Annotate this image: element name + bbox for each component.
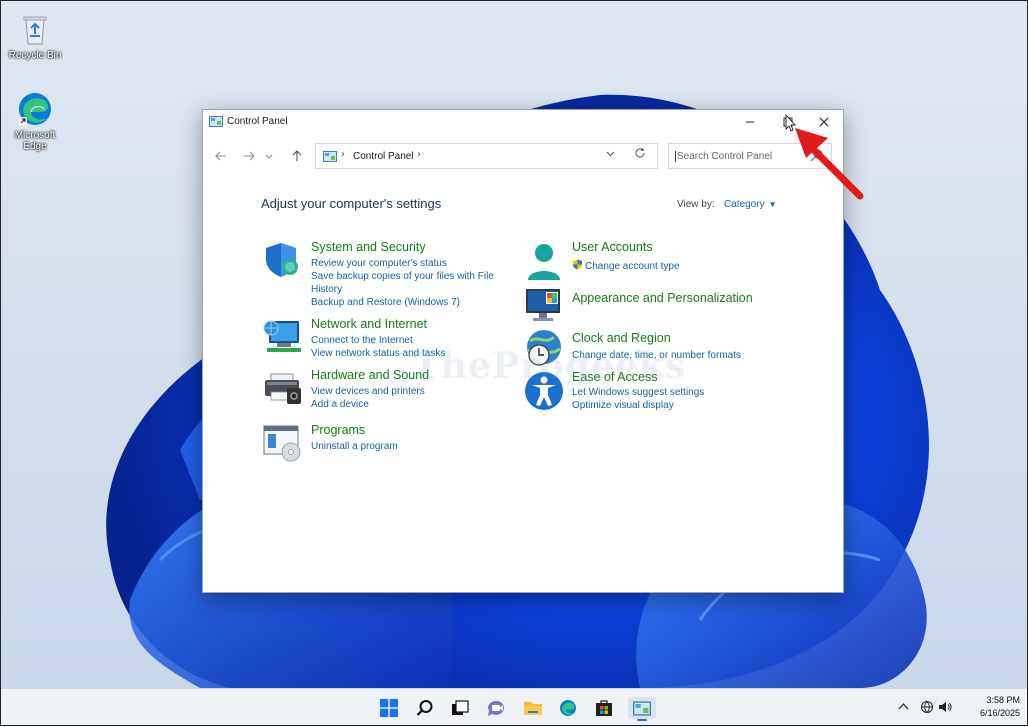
programs-icon[interactable] [263, 423, 303, 463]
printer-icon[interactable] [263, 368, 303, 408]
store-button[interactable] [592, 697, 616, 719]
teams-chat-button[interactable] [484, 697, 508, 719]
clock-time: 3:58 PM [986, 695, 1020, 705]
taskbar: 3:58 PM 6/16/2025 [0, 688, 1028, 727]
view-by-label: View by: [677, 199, 715, 210]
link-uninstall-program[interactable]: Uninstall a program [311, 440, 511, 453]
link-backup-restore[interactable]: Backup and Restore (Windows 7) [311, 296, 511, 309]
edge-icon [560, 700, 576, 716]
breadcrumb-control-panel[interactable]: Control Panel [353, 151, 414, 162]
file-explorer-button[interactable] [521, 697, 545, 719]
control-panel-taskbar-button[interactable] [628, 697, 656, 721]
uac-shield-icon [573, 259, 582, 270]
forward-button[interactable] [239, 146, 259, 166]
chevron-down-icon [606, 151, 615, 157]
active-indicator [637, 719, 647, 721]
refresh-button[interactable] [634, 147, 646, 163]
recent-locations-button[interactable] [263, 146, 275, 166]
address-bar[interactable]: › Control Panel › [315, 143, 658, 169]
category-title[interactable]: Clock and Region [572, 331, 671, 345]
window-title: Control Panel [227, 116, 288, 127]
close-button[interactable] [806, 110, 842, 134]
edge-icon [19, 93, 51, 125]
show-hidden-icons-button[interactable] [898, 699, 909, 713]
clock-date: 6/16/2025 [979, 708, 1020, 718]
link-windows-suggest[interactable]: Let Windows suggest settings [572, 386, 772, 399]
up-button[interactable] [287, 146, 307, 166]
minimize-button[interactable] [732, 110, 768, 134]
link-optimize-display[interactable]: Optimize visual display [572, 399, 772, 412]
navigation-bar: › Control Panel › Search Control Panel [203, 142, 843, 170]
link-text[interactable]: Change account type [585, 261, 680, 272]
chevron-down-icon [265, 154, 273, 159]
category-title[interactable]: System and Security [311, 240, 426, 254]
shield-icon[interactable] [263, 240, 303, 280]
caret-down-icon: ▼ [768, 200, 777, 209]
minimize-icon [746, 121, 754, 123]
control-panel-icon [209, 116, 223, 127]
refresh-icon [635, 147, 645, 158]
category-title[interactable]: Hardware and Sound [311, 368, 429, 382]
category-title[interactable]: Network and Internet [311, 317, 427, 331]
link-change-account-type[interactable]: Change account type [572, 259, 772, 273]
back-button[interactable] [211, 146, 231, 166]
title-bar[interactable]: Control Panel [203, 110, 843, 134]
network-icon[interactable] [263, 317, 303, 357]
desktop-icon-label: Recycle Bin [8, 50, 62, 61]
chevron-up-icon [898, 703, 909, 710]
taskbar-search-button[interactable] [413, 697, 437, 719]
address-dropdown-button[interactable] [606, 149, 615, 161]
breadcrumb-separator[interactable]: › [417, 149, 421, 160]
search-icon [416, 700, 433, 716]
link-file-history[interactable]: Save backup copies of your files with Fi… [311, 270, 496, 296]
page-heading: Adjust your computer's settings [261, 196, 442, 211]
search-box[interactable]: Search Control Panel [668, 143, 832, 169]
system-clock[interactable]: 3:58 PM 6/16/2025 [958, 694, 1020, 720]
desktop-icon-label: Microsoft Edge [14, 130, 56, 152]
search-icon [810, 149, 823, 162]
desktop-icon-recycle-bin[interactable]: Recycle Bin [5, 11, 65, 61]
folder-icon [524, 702, 542, 715]
chat-icon [487, 700, 504, 716]
start-button[interactable] [377, 697, 401, 719]
arrow-right-icon [244, 151, 255, 161]
category-title[interactable]: Programs [311, 423, 365, 437]
control-panel-icon [633, 700, 651, 716]
link-add-device[interactable]: Add a device [311, 398, 511, 411]
link-review-status[interactable]: Review your computer's status [311, 257, 511, 270]
appearance-icon[interactable] [524, 286, 564, 326]
network-globe-icon[interactable] [920, 700, 934, 714]
task-view-button[interactable] [448, 697, 472, 719]
arrow-left-icon [215, 151, 226, 161]
user-icon[interactable] [524, 242, 564, 282]
watermark: TheProgeeks [413, 345, 687, 387]
desktop-icon-edge[interactable]: Microsoft Edge [5, 91, 65, 152]
task-view-icon [452, 700, 469, 715]
search-input[interactable]: Search Control Panel [675, 151, 772, 162]
category-title[interactable]: Appearance and Personalization [572, 291, 753, 305]
control-panel-icon [323, 151, 337, 162]
volume-icon[interactable] [938, 700, 952, 714]
close-icon [819, 117, 829, 127]
recycle-bin-icon [23, 16, 47, 45]
view-by-value: Category [724, 199, 765, 210]
breadcrumb-separator[interactable]: › [341, 149, 345, 160]
maximize-button[interactable] [770, 110, 806, 134]
store-icon [596, 700, 612, 716]
arrow-up-icon [292, 150, 302, 161]
view-by-dropdown[interactable]: Category ▼ [724, 199, 777, 210]
category-title[interactable]: User Accounts [572, 240, 653, 254]
windows-logo-icon [380, 699, 398, 717]
edge-taskbar-button[interactable] [556, 697, 580, 719]
maximize-icon [783, 117, 793, 127]
